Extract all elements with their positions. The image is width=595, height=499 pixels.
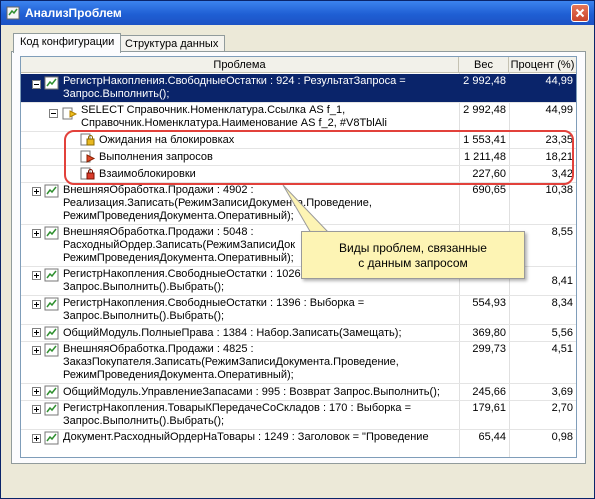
table-row[interactable]: ОбщийМодуль.УправлениеЗапасами : 995 : В… — [21, 384, 576, 400]
row-text: SELECT Справочник.Номенклатура.Ссылка AS… — [81, 104, 387, 129]
module-icon — [44, 343, 59, 357]
table-row[interactable]: РегистрНакопления.СвободныеОстатки : 924… — [21, 74, 576, 102]
expand-toggle[interactable] — [32, 405, 41, 414]
expand-toggle[interactable] — [32, 346, 41, 355]
row-text: РегистрНакопления.ТоварыКПередачеСоСклад… — [63, 402, 412, 427]
close-icon — [575, 8, 585, 18]
row-weight: 65,44 — [478, 431, 506, 443]
collapse-toggle[interactable] — [32, 80, 41, 89]
row-weight: 690,65 — [472, 184, 506, 196]
row-percent: 3,69 — [551, 386, 573, 398]
module-icon — [44, 76, 59, 90]
row-weight: 179,61 — [472, 402, 506, 414]
row-text: ОбщийМодуль.УправлениеЗапасами : 995 : В… — [63, 386, 440, 398]
window-title: АнализПроблем — [25, 6, 122, 20]
tab-label: Структура данных — [125, 38, 219, 50]
module-icon — [44, 184, 59, 198]
row-percent: 0,98 — [551, 431, 573, 443]
highlight-frame — [64, 130, 574, 185]
tab-label: Код конфигурации — [20, 36, 115, 48]
expand-toggle[interactable] — [32, 271, 41, 280]
table-row[interactable]: Документ.РасходныйОрдерНаТовары : 1249 :… — [21, 430, 576, 457]
query-icon — [62, 107, 78, 120]
column-header-percent[interactable]: Процент (%) — [509, 57, 576, 73]
row-percent: 8,34 — [551, 297, 573, 309]
expand-toggle[interactable] — [32, 229, 41, 238]
row-text: ОбщийМодуль.ПолныеПрава : 1384 : Набор.З… — [63, 327, 402, 339]
expand-toggle[interactable] — [32, 434, 41, 443]
column-header-weight[interactable]: Вес — [459, 57, 509, 73]
table-row[interactable]: РегистрНакопления.СвободныеОстатки : 139… — [21, 296, 576, 324]
row-weight: 299,73 — [472, 343, 506, 355]
row-percent: 44,99 — [545, 75, 573, 87]
expand-toggle[interactable] — [32, 387, 41, 396]
table-row[interactable]: ОбщийМодуль.ПолныеПрава : 1384 : Набор.З… — [21, 325, 576, 341]
collapse-toggle[interactable] — [49, 109, 58, 118]
row-weight: 554,93 — [472, 297, 506, 309]
row-text: Документ.РасходныйОрдерНаТовары : 1249 :… — [63, 431, 429, 443]
table-row[interactable]: SELECT Справочник.Номенклатура.Ссылка AS… — [21, 103, 576, 131]
expand-toggle[interactable] — [32, 328, 41, 337]
module-icon — [44, 297, 59, 311]
module-icon — [44, 385, 59, 399]
row-weight: 2 992,48 — [463, 104, 506, 116]
row-text: ВнешняяОбработка.Продажи : 5048 : Расходн… — [63, 226, 296, 264]
row-text: РегистрНакопления.СвободныеОстатки : 139… — [63, 297, 365, 322]
expand-toggle[interactable] — [32, 187, 41, 196]
row-text: РегистрНакопления.СвободныеОстатки : 102… — [63, 268, 301, 293]
table-row[interactable]: РегистрНакопления.ТоварыКПередачеСоСклад… — [21, 401, 576, 429]
row-weight: 369,80 — [472, 327, 506, 339]
row-text: ВнешняяОбработка.Продажи : 4825 : ЗаказПо… — [63, 343, 399, 381]
module-icon — [44, 226, 59, 240]
row-percent: 4,51 — [551, 343, 573, 355]
row-weight: 245,66 — [472, 386, 506, 398]
callout-pointer — [282, 185, 331, 234]
row-percent: 5,56 — [551, 327, 573, 339]
row-text: РегистрНакопления.СвободныеОстатки : 924… — [63, 75, 406, 100]
module-icon — [44, 431, 59, 445]
tab-code-config[interactable]: Код конфигурации — [13, 33, 122, 53]
module-icon — [44, 326, 59, 340]
row-weight: 2 992,48 — [463, 75, 506, 87]
row-percent: 44,99 — [545, 104, 573, 116]
row-percent: 2,70 — [551, 402, 573, 414]
callout-line: Виды проблем, связанные — [339, 241, 487, 255]
app-icon — [6, 6, 20, 20]
analysis-window: АнализПроблем Код конфигурации Структура… — [0, 0, 595, 499]
row-percent: 10,38 — [545, 184, 573, 196]
callout-line: с данным запросом — [358, 256, 468, 270]
callout-note: Виды проблем, связанные с данным запросо… — [301, 231, 525, 279]
expand-toggle[interactable] — [32, 300, 41, 309]
module-icon — [44, 268, 59, 282]
table-row[interactable]: ВнешняяОбработка.Продажи : 4825 : ЗаказПо… — [21, 342, 576, 383]
close-button[interactable] — [571, 4, 589, 22]
module-icon — [44, 402, 59, 416]
column-header-problem[interactable]: Проблема — [21, 57, 459, 73]
title-bar[interactable]: АнализПроблем — [1, 1, 594, 25]
